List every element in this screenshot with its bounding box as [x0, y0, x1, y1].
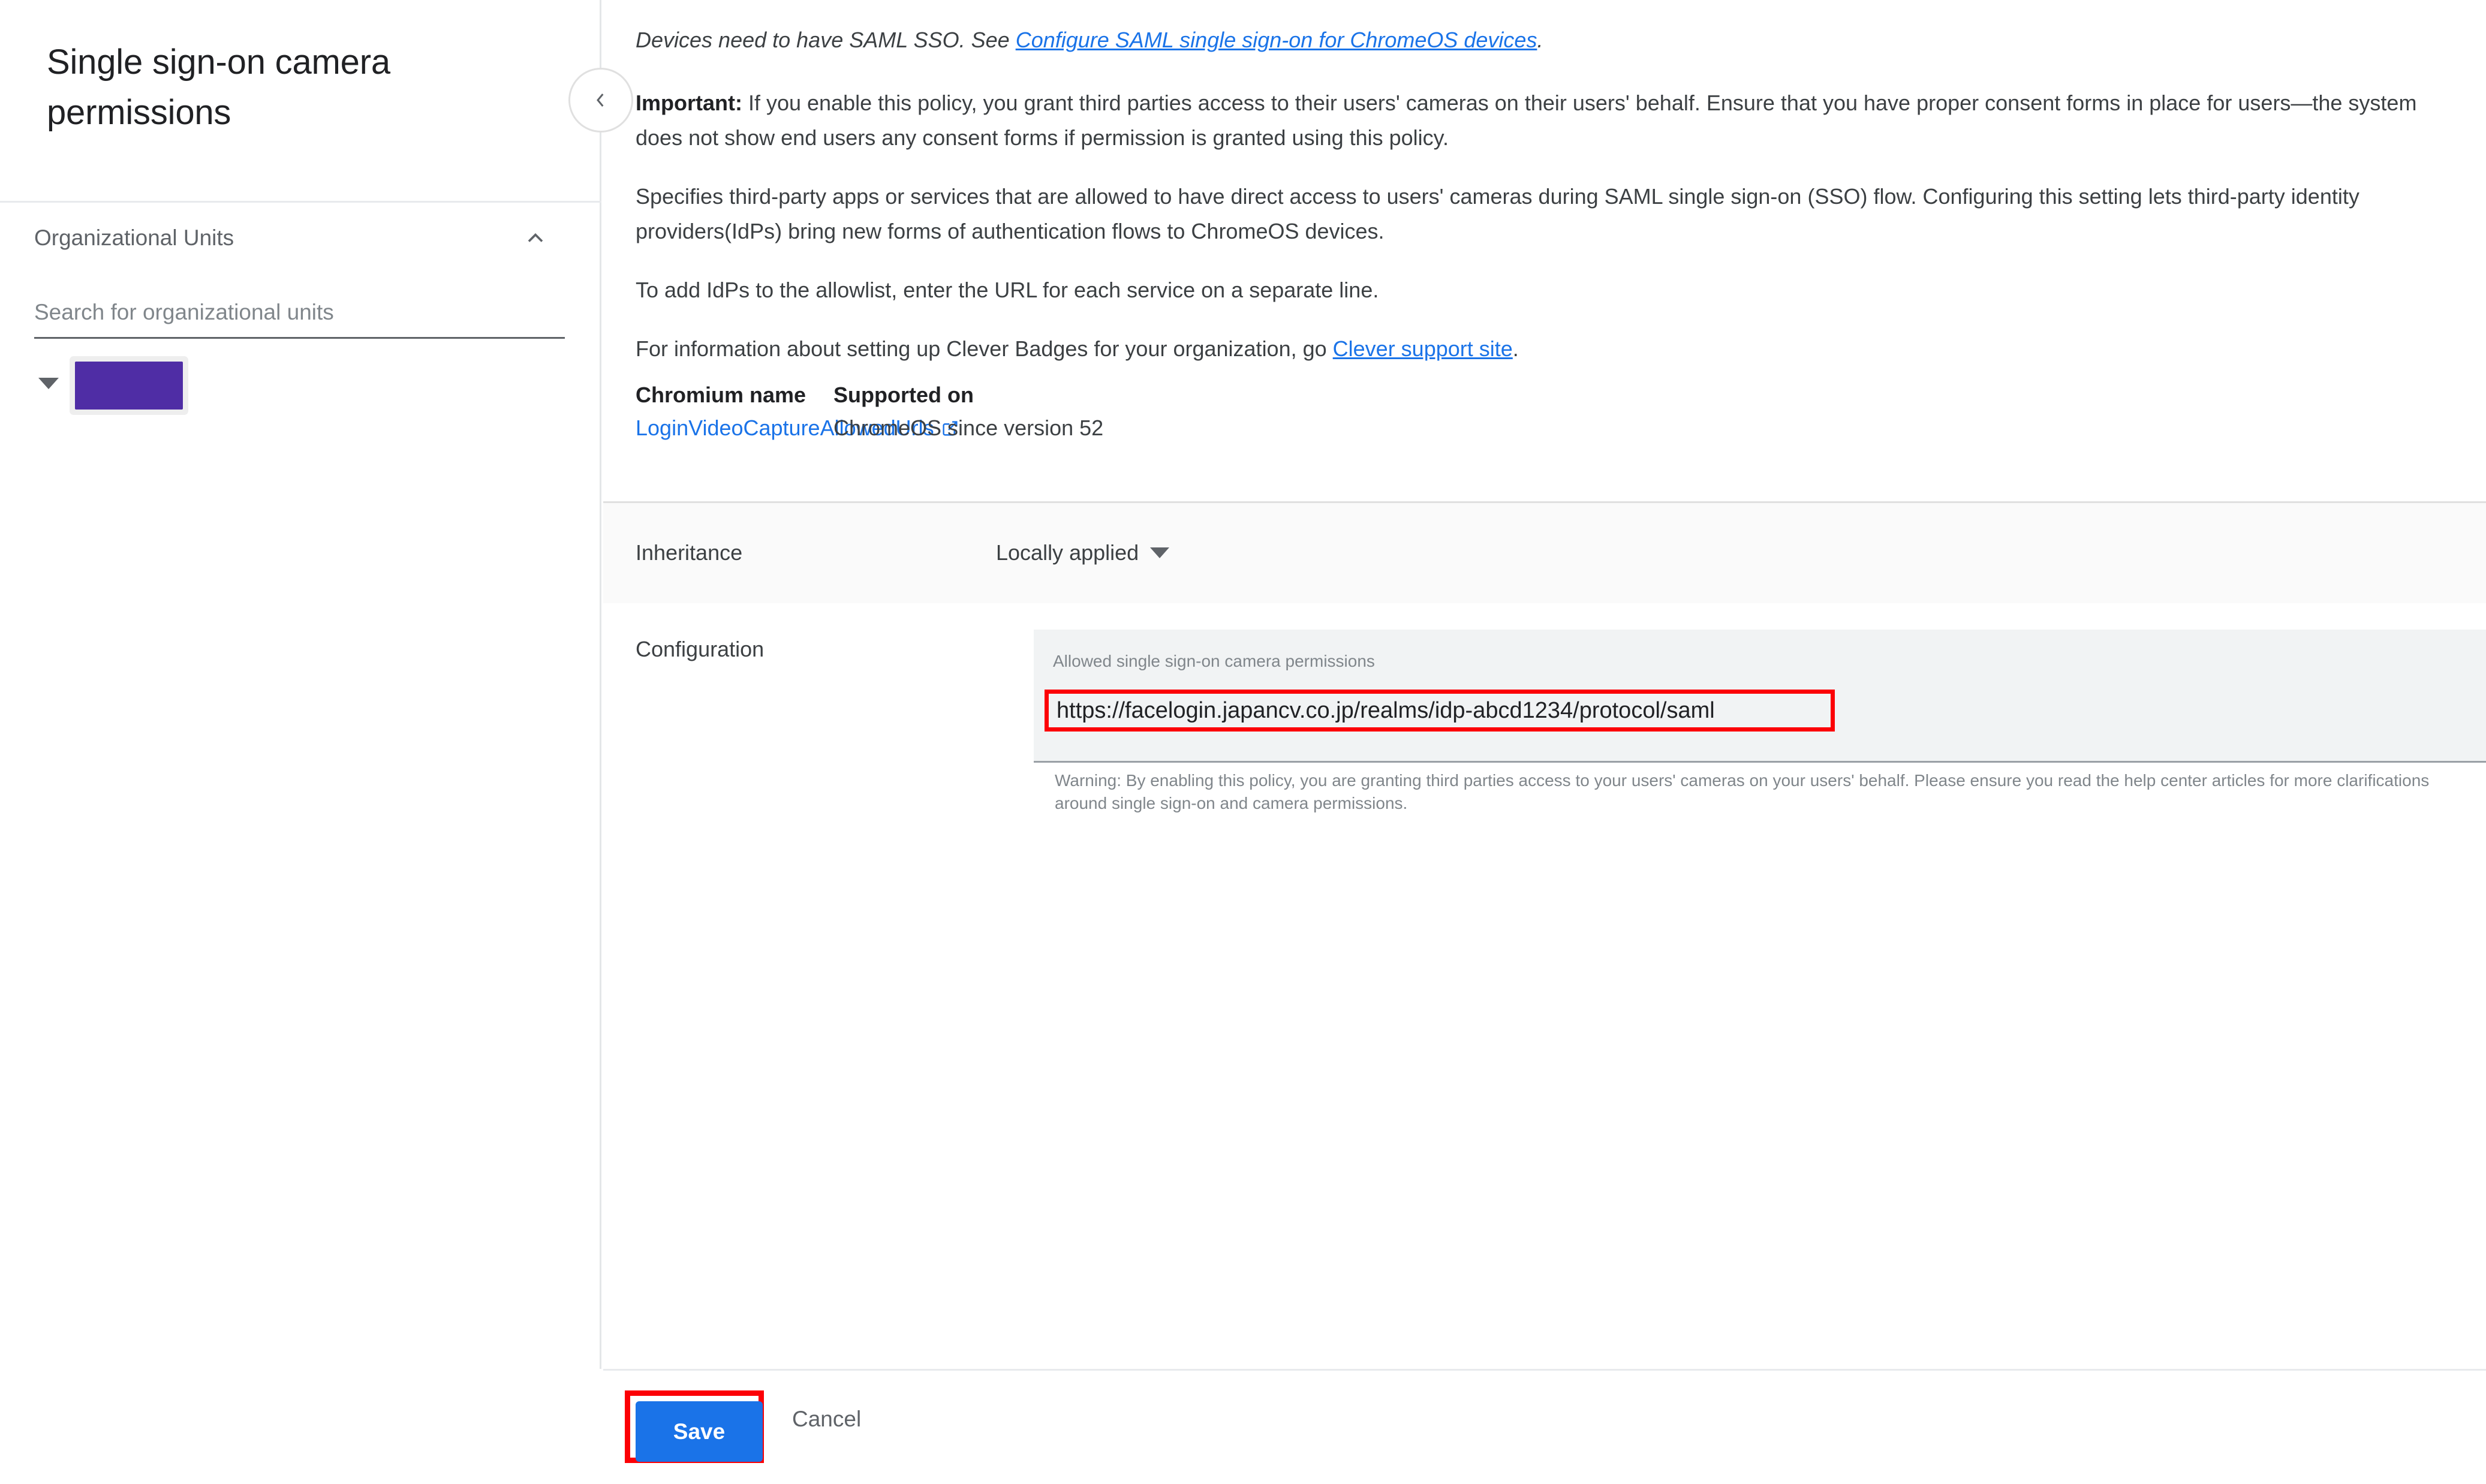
supported-on-column: Supported on ChromeOS since version 52	[833, 383, 1103, 443]
page-title: Single sign-on camera permissions	[47, 43, 390, 132]
inheritance-label: Inheritance	[636, 540, 743, 565]
search-input[interactable]	[34, 300, 565, 339]
footer-action-bar: Save Cancel	[603, 1371, 2486, 1484]
org-units-tree	[34, 354, 568, 414]
policy-meta-row: Chromium name LoginVideoCaptureAllowedUr…	[636, 383, 1835, 443]
clever-suffix: .	[1512, 336, 1519, 361]
sidebar-divider	[0, 201, 601, 203]
supported-on-value: ChromeOS since version 52	[833, 416, 1104, 440]
saml-note-prefix: Devices need to have SAML SSO. See	[636, 28, 1016, 52]
org-unit-name-redacted[interactable]	[75, 362, 183, 410]
main-content: Devices need to have SAML SSO. See Confi…	[603, 0, 2486, 1369]
clever-badges-paragraph: For information about setting up Clever …	[636, 332, 2440, 366]
clever-support-site-link[interactable]: Clever support site	[1333, 336, 1513, 361]
org-units-section-header[interactable]: Organizational Units	[34, 220, 568, 260]
org-units-label: Organizational Units	[34, 225, 234, 250]
collapse-panel-button[interactable]	[568, 68, 633, 133]
chevron-up-icon[interactable]	[522, 225, 549, 251]
allowed-urls-highlight	[1045, 690, 1835, 732]
important-paragraph: Important: If you enable this policy, yo…	[636, 86, 2440, 155]
configure-saml-sso-link[interactable]: Configure SAML single sign-on for Chrome…	[1016, 28, 1537, 52]
save-button-highlight: Save	[625, 1390, 764, 1463]
inheritance-value: Locally applied	[996, 540, 1139, 565]
clever-prefix: For information about setting up Clever …	[636, 336, 1333, 361]
saml-note-paragraph: Devices need to have SAML SSO. See Confi…	[636, 23, 2440, 58]
inheritance-row: Inheritance Locally applied	[603, 503, 2486, 603]
configuration-warning-text: Warning: By enabling this policy, you ar…	[1055, 771, 2430, 812]
save-button[interactable]: Save	[636, 1401, 763, 1462]
inheritance-dropdown[interactable]: Locally applied	[996, 540, 1170, 565]
important-text: If you enable this policy, you grant thi…	[636, 91, 2417, 150]
saml-note-suffix: .	[1537, 28, 1543, 52]
configuration-field[interactable]: Allowed single sign-on camera permission…	[1034, 630, 2486, 763]
chromium-name-value: LoginVideoCaptureAllowedUrls	[636, 416, 958, 443]
policy-detail-page: Single sign-on camera permissions Organi…	[0, 0, 2486, 1484]
chromium-name-column: Chromium name LoginVideoCaptureAllowedUr…	[636, 383, 958, 443]
supported-on-label: Supported on	[833, 383, 974, 407]
org-unit-tree-node[interactable]	[34, 354, 568, 414]
important-label: Important:	[636, 91, 742, 115]
chromium-name-label: Chromium name	[636, 383, 806, 407]
caret-down-icon	[1150, 547, 1170, 558]
configuration-label: Configuration	[636, 637, 765, 661]
allowed-urls-textarea[interactable]	[1049, 694, 1831, 727]
org-units-search[interactable]	[34, 300, 565, 339]
policy-description: Devices need to have SAML SSO. See Confi…	[636, 23, 2440, 390]
chevron-left-icon	[589, 88, 613, 112]
configuration-field-label: Allowed single sign-on camera permission…	[1053, 652, 1375, 670]
sidebar: Single sign-on camera permissions Organi…	[0, 0, 601, 1369]
specifies-paragraph: Specifies third-party apps or services t…	[636, 184, 2359, 243]
allowlist-paragraph: To add IdPs to the allowlist, enter the …	[636, 278, 1379, 302]
cancel-button[interactable]: Cancel	[792, 1407, 861, 1432]
caret-down-icon[interactable]	[38, 378, 59, 389]
